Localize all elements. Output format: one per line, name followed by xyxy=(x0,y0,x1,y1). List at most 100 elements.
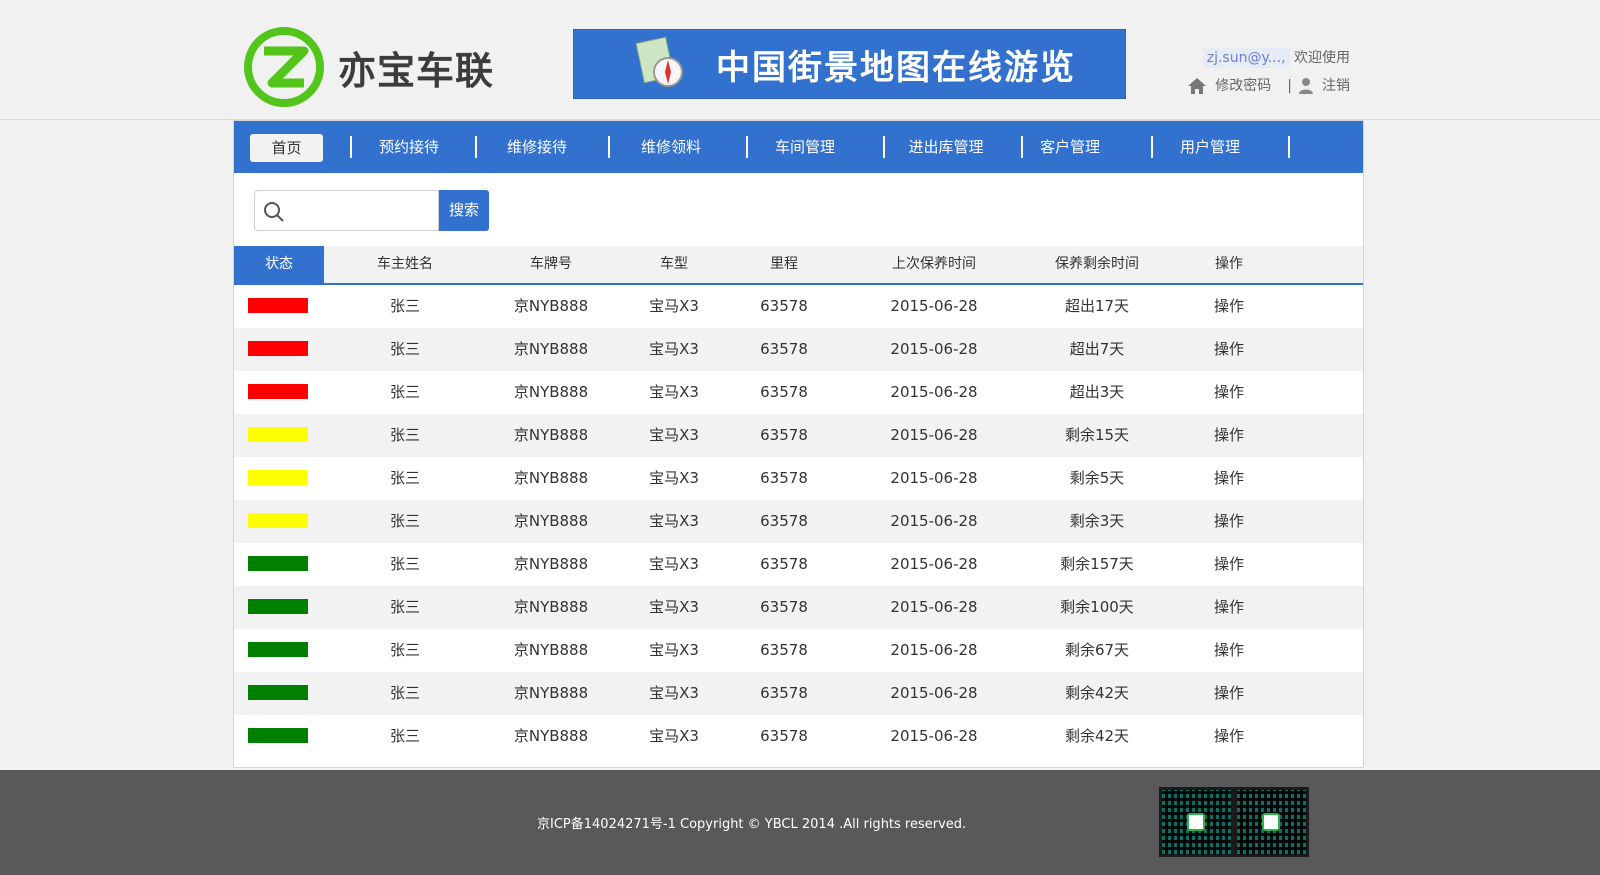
search-input[interactable] xyxy=(254,190,439,231)
cell-owner: 张三 xyxy=(389,426,420,444)
status-indicator xyxy=(248,384,308,399)
welcome-text: 欢迎使用 xyxy=(1294,50,1350,66)
nav-item-workshop[interactable]: 车间管理 xyxy=(762,121,848,173)
cell-plate: 京NYB888 xyxy=(513,684,589,702)
cell-model: 宝马X3 xyxy=(649,383,699,401)
table-row: 张三 京NYB888 宝马X3 63578 2015-06-28 剩余5天 操作 xyxy=(234,457,1363,500)
col-last-service[interactable]: 上次保养时间 xyxy=(864,246,1004,283)
cell-owner: 张三 xyxy=(389,297,420,315)
search-bar: 搜索 xyxy=(254,190,489,231)
main-nav: 首页 预约接待 维修接待 维修领料 车间管理 进出库管理 客户管理 用户管理 xyxy=(234,121,1363,173)
table-row: 张三 京NYB888 宝马X3 63578 2015-06-28 剩余100天 操作 xyxy=(234,586,1363,629)
nav-divider xyxy=(746,136,748,158)
table-row: 张三 京NYB888 宝马X3 63578 2015-06-28 超出3天 操作 xyxy=(234,371,1363,414)
cell-mileage: 63578 xyxy=(760,684,808,702)
nav-divider xyxy=(883,136,885,158)
nav-item-appointment[interactable]: 预约接待 xyxy=(366,121,452,173)
cell-mileage: 63578 xyxy=(760,426,808,444)
action-link[interactable]: 操作 xyxy=(1189,500,1269,543)
banner-title: 中国街景地图在线游览 xyxy=(716,47,1076,88)
table-row: 张三 京NYB888 宝马X3 63578 2015-06-28 超出17天 操作 xyxy=(234,285,1363,328)
col-remaining[interactable]: 保养剩余时间 xyxy=(1027,246,1167,283)
cell-mileage: 63578 xyxy=(760,641,808,659)
action-link[interactable]: 操作 xyxy=(1189,672,1269,715)
status-indicator xyxy=(248,298,308,313)
action-link[interactable]: 操作 xyxy=(1189,715,1269,758)
cell-last-service: 2015-06-28 xyxy=(890,727,978,745)
user-box: zj.sun@y..., 欢迎使用 修改密码 | 注销 xyxy=(1187,46,1350,98)
table-row: 张三 京NYB888 宝马X3 63578 2015-06-28 剩余42天 操作 xyxy=(234,672,1363,715)
cell-remaining: 超出17天 xyxy=(1064,297,1130,315)
logo-text: 亦宝车联 xyxy=(338,48,495,93)
cell-plate: 京NYB888 xyxy=(513,383,589,401)
cell-plate: 京NYB888 xyxy=(513,727,589,745)
copyright: 京ICP备14024271号-1 Copyright © YBCL 2014 .… xyxy=(537,817,967,832)
nav-divider xyxy=(350,136,352,158)
table-row: 张三 京NYB888 宝马X3 63578 2015-06-28 剩余3天 操作 xyxy=(234,500,1363,543)
action-link[interactable]: 操作 xyxy=(1189,328,1269,371)
action-link[interactable]: 操作 xyxy=(1189,629,1269,672)
cell-remaining: 剩余42天 xyxy=(1064,727,1130,745)
cell-last-service: 2015-06-28 xyxy=(890,598,978,616)
action-link[interactable]: 操作 xyxy=(1189,457,1269,500)
search-icon xyxy=(264,202,284,222)
cell-plate: 京NYB888 xyxy=(513,598,589,616)
nav-divider xyxy=(1021,136,1023,158)
logout-link[interactable]: 注销 xyxy=(1322,74,1350,98)
table-body: 张三 京NYB888 宝马X3 63578 2015-06-28 超出17天 操作 张三 京NY… xyxy=(234,285,1363,758)
nav-item-repair-reception[interactable]: 维修接待 xyxy=(494,121,580,173)
action-link[interactable]: 操作 xyxy=(1189,543,1269,586)
nav-item-inventory[interactable]: 进出库管理 xyxy=(894,121,998,173)
cell-mileage: 63578 xyxy=(760,727,808,745)
user-email[interactable]: zj.sun@y..., xyxy=(1202,48,1290,68)
nav-divider xyxy=(608,136,610,158)
cell-last-service: 2015-06-28 xyxy=(890,340,978,358)
table-row: 张三 京NYB888 宝马X3 63578 2015-06-28 剩余42天 操作 xyxy=(234,715,1363,758)
cell-owner: 张三 xyxy=(389,340,420,358)
action-link[interactable]: 操作 xyxy=(1189,414,1269,457)
status-indicator xyxy=(248,470,308,485)
cell-remaining: 剩余67天 xyxy=(1064,641,1130,659)
cell-remaining: 剩余5天 xyxy=(1069,469,1125,487)
nav-divider xyxy=(1288,136,1290,158)
cell-owner: 张三 xyxy=(389,555,420,573)
action-link[interactable]: 操作 xyxy=(1189,371,1269,414)
qr-code-2 xyxy=(1234,787,1309,857)
change-password-link[interactable]: 修改密码 xyxy=(1215,74,1271,98)
nav-item-home[interactable]: 首页 xyxy=(250,134,323,162)
logo[interactable]: 亦宝车联 xyxy=(242,27,494,107)
cell-owner: 张三 xyxy=(389,641,420,659)
cell-last-service: 2015-06-28 xyxy=(890,555,978,573)
status-indicator xyxy=(248,427,308,442)
cell-last-service: 2015-06-28 xyxy=(890,383,978,401)
col-mileage[interactable]: 里程 xyxy=(744,246,824,283)
col-model[interactable]: 车型 xyxy=(634,246,714,283)
status-indicator xyxy=(248,599,308,614)
nav-item-repair-parts[interactable]: 维修领料 xyxy=(628,121,714,173)
cell-mileage: 63578 xyxy=(760,469,808,487)
search-button[interactable]: 搜索 xyxy=(439,190,489,231)
user-icon xyxy=(1299,78,1313,94)
status-indicator xyxy=(248,341,308,356)
nav-item-customers[interactable]: 客户管理 xyxy=(1027,121,1113,173)
cell-model: 宝马X3 xyxy=(649,297,699,315)
cell-plate: 京NYB888 xyxy=(513,512,589,530)
nav-item-users[interactable]: 用户管理 xyxy=(1167,121,1253,173)
cell-remaining: 剩余100天 xyxy=(1060,598,1134,616)
cell-mileage: 63578 xyxy=(760,598,808,616)
cell-model: 宝马X3 xyxy=(649,684,699,702)
col-plate[interactable]: 车牌号 xyxy=(496,246,606,283)
action-link[interactable]: 操作 xyxy=(1189,285,1269,328)
cell-model: 宝马X3 xyxy=(649,340,699,358)
cell-model: 宝马X3 xyxy=(649,426,699,444)
cell-owner: 张三 xyxy=(389,727,420,745)
action-link[interactable]: 操作 xyxy=(1189,586,1269,629)
col-status[interactable]: 状态 xyxy=(234,246,324,283)
street-view-banner[interactable]: 中国街景地图在线游览 xyxy=(573,29,1126,99)
cell-mileage: 63578 xyxy=(760,340,808,358)
header: 亦宝车联 中国街景地图在线游览 zj.sun@y..., 欢迎使用 修改密码 |… xyxy=(0,0,1600,120)
cell-plate: 京NYB888 xyxy=(513,426,589,444)
col-owner[interactable]: 车主姓名 xyxy=(350,246,460,283)
status-indicator xyxy=(248,685,308,700)
status-indicator xyxy=(248,642,308,657)
